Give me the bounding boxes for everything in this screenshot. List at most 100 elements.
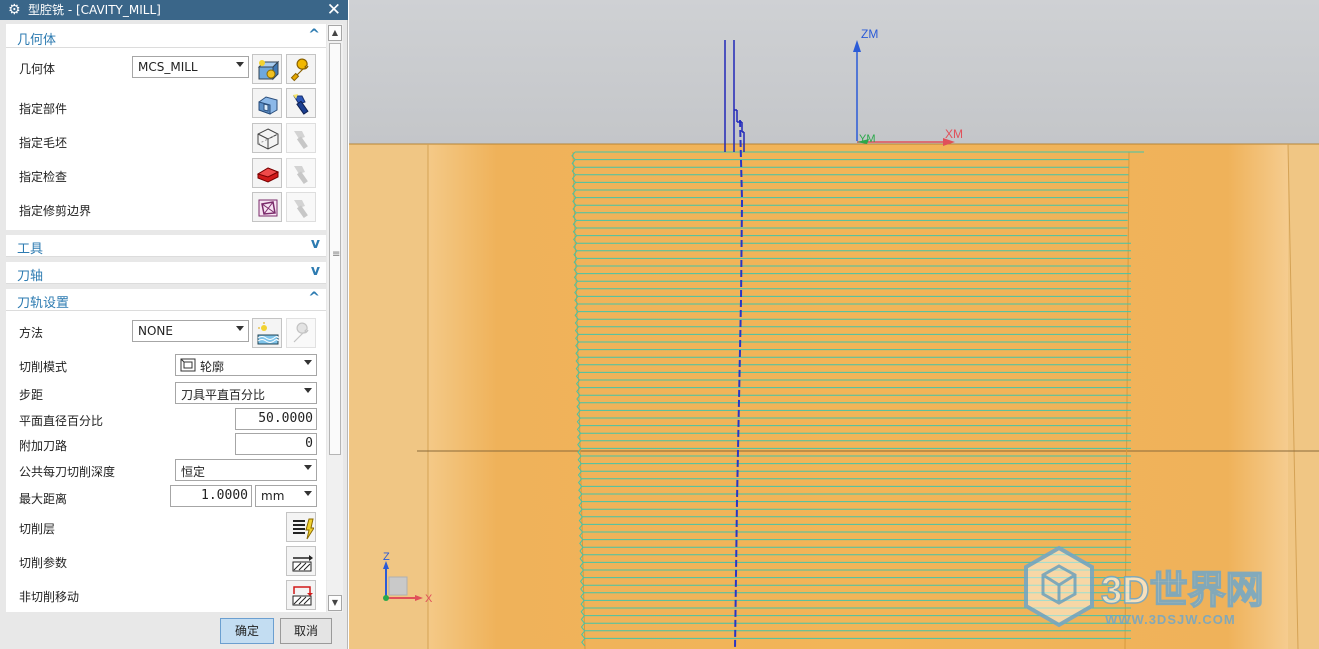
additional-passes-label: 附加刀路	[19, 439, 68, 453]
blank-cube-icon	[257, 128, 279, 150]
method-label: 方法	[19, 326, 44, 340]
section-path-settings-header[interactable]: 刀轨设置 ^	[6, 289, 326, 311]
display-trim-button[interactable]	[286, 192, 316, 222]
chevron-up-icon[interactable]: ^	[308, 290, 320, 306]
depth-per-cut-value: 恒定	[181, 465, 206, 479]
cavity-mill-dialog: ⚙ 型腔铣 - [CAVITY_MILL] ✕ 几何体 ^ 几何体 MCS_MI…	[0, 0, 348, 649]
section-axis-label: 刀轴	[17, 269, 44, 284]
watermark-url: WWW.3DSJW.COM	[1105, 612, 1236, 627]
geometry-label: 几何体	[19, 62, 56, 76]
depth-per-cut-dropdown[interactable]: 恒定	[175, 459, 317, 481]
chevron-down-icon	[236, 326, 244, 331]
nx-window: ⚙ 型腔铣 - [CAVITY_MILL] ✕ 几何体 ^ 几何体 MCS_MI…	[0, 0, 1319, 649]
method-dropdown[interactable]: NONE	[132, 320, 249, 342]
check-geometry-icon	[256, 167, 280, 183]
mcs-x-label: XM	[945, 127, 963, 141]
gear-icon[interactable]: ⚙	[8, 1, 21, 19]
viewport-background	[349, 0, 1319, 144]
stepover-dropdown[interactable]: 刀具平直百分比	[175, 382, 317, 404]
close-icon[interactable]: ✕	[327, 0, 341, 20]
flashlight-icon	[293, 94, 309, 115]
chevron-down-icon	[304, 491, 312, 496]
cancel-button[interactable]: 取消	[280, 618, 332, 644]
edit-geometry-button[interactable]	[286, 54, 316, 84]
section-axis-header[interactable]: 刀轴 v	[6, 262, 326, 284]
cut-levels-button[interactable]	[286, 512, 316, 542]
cut-levels-label: 切削层	[19, 522, 56, 536]
chevron-down-icon	[304, 360, 312, 365]
cut-params-icon	[292, 555, 313, 572]
graphics-viewport[interactable]: ZM XM YM Z X 3D世界网 WWW.3DSJW.COM	[349, 0, 1319, 649]
mcs-z-label: ZM	[861, 27, 878, 41]
part-icon	[258, 96, 278, 115]
max-distance-unit: mm	[261, 489, 285, 503]
stepover-label: 步距	[19, 388, 44, 402]
specify-blank-button[interactable]	[252, 123, 282, 153]
max-distance-unit-dropdown[interactable]: mm	[255, 485, 317, 507]
trim-boundary-icon	[258, 199, 278, 217]
cut-params-label: 切削参数	[19, 556, 68, 570]
cut-pattern-dropdown[interactable]: 轮廓	[175, 354, 317, 376]
flashlight-icon	[294, 131, 308, 150]
chevron-down-icon[interactable]: v	[311, 236, 320, 252]
cut-pattern-value: 轮廓	[200, 360, 225, 374]
depth-per-cut-label: 公共每刀切削深度	[19, 465, 116, 479]
geometry-value: MCS_MILL	[138, 60, 198, 74]
stepover-value: 刀具平直百分比	[181, 388, 266, 402]
dialog-title: 型腔铣 - [CAVITY_MILL]	[28, 3, 161, 17]
chevron-down-icon	[304, 388, 312, 393]
new-method-button[interactable]	[252, 318, 282, 348]
cut-levels-icon	[293, 518, 314, 540]
specify-part-button[interactable]	[252, 88, 282, 118]
watermark-title: 3D世界网	[1101, 570, 1264, 612]
scroll-up-icon[interactable]: ▲	[328, 25, 342, 41]
chevron-down-icon	[304, 465, 312, 470]
display-check-button[interactable]	[286, 158, 316, 188]
specify-part-label: 指定部件	[19, 102, 68, 116]
flat-diameter-label: 平面直径百分比	[19, 414, 104, 428]
flat-diameter-input[interactable]: 50.0000	[235, 408, 317, 430]
non-cutting-moves-icon	[292, 586, 313, 606]
viewport-scene: ZM XM YM Z X 3D世界网 WWW.3DSJW.COM	[349, 0, 1319, 649]
geometry-dropdown[interactable]: MCS_MILL	[132, 56, 249, 78]
additional-passes-input[interactable]: 0	[235, 433, 317, 455]
specify-check-button[interactable]	[252, 158, 282, 188]
grip-icon: ≡	[332, 249, 341, 260]
section-tool-label: 工具	[17, 242, 44, 257]
flashlight-icon	[294, 200, 308, 219]
flashlight-icon	[294, 166, 308, 185]
dialog-title-bar[interactable]: ⚙ 型腔铣 - [CAVITY_MILL] ✕	[0, 0, 348, 20]
scrollbar-thumb[interactable]: ≡	[329, 43, 341, 455]
chevron-up-icon[interactable]: ^	[308, 27, 320, 43]
dialog-scrollbar[interactable]: ▲ ≡ ▼	[327, 24, 343, 612]
chevron-down-icon[interactable]: v	[311, 263, 320, 279]
section-tool-header[interactable]: 工具 v	[6, 235, 326, 257]
display-blank-button[interactable]	[286, 123, 316, 153]
cut-pattern-label: 切削模式	[19, 360, 68, 374]
edit-method-button[interactable]	[286, 318, 316, 348]
mcs-y-label: YM	[859, 133, 876, 145]
method-value: NONE	[138, 324, 173, 338]
specify-check-label: 指定检查	[19, 170, 68, 184]
specify-blank-label: 指定毛坯	[19, 136, 68, 150]
section-geometry-header[interactable]: 几何体 ^	[6, 26, 326, 48]
ok-button[interactable]: 确定	[220, 618, 274, 644]
max-distance-label: 最大距离	[19, 492, 68, 506]
triad-z-label: Z	[383, 551, 390, 563]
specify-trim-button[interactable]	[252, 192, 282, 222]
non-cutting-label: 非切削移动	[19, 590, 80, 604]
new-geometry-icon	[257, 60, 280, 81]
section-geometry-label: 几何体	[17, 33, 57, 48]
profile-pattern-icon	[180, 358, 196, 372]
dialog-panel: 几何体 ^ 几何体 MCS_MILL 指定部件 指定毛坯 指定检查 指定修剪边界…	[6, 24, 326, 612]
section-path-settings-label: 刀轨设置	[17, 296, 70, 311]
scroll-down-icon[interactable]: ▼	[328, 595, 342, 611]
non-cutting-moves-button[interactable]	[286, 580, 316, 610]
max-distance-input[interactable]: 1.0000	[170, 485, 252, 507]
display-part-button[interactable]	[286, 88, 316, 118]
triad-x-label: X	[425, 593, 433, 605]
cut-params-button[interactable]	[286, 546, 316, 576]
wrench-icon	[290, 58, 309, 82]
new-geometry-button[interactable]	[252, 54, 282, 84]
chevron-down-icon	[236, 62, 244, 67]
